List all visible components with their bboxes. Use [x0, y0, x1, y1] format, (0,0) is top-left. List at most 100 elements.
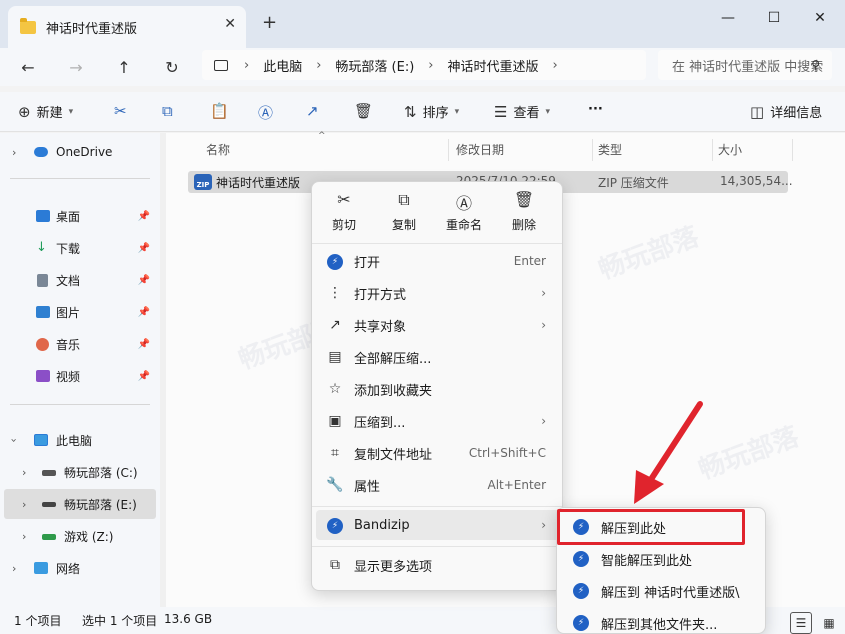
menu-item-share[interactable]: ↗ 共享对象 › — [316, 310, 560, 340]
up-button[interactable]: ↑ — [110, 54, 138, 80]
menu-item-properties[interactable]: 🔧 属性 Alt+Enter — [316, 470, 560, 500]
menu-item-show-more[interactable]: ⧉ 显示更多选项 — [316, 550, 560, 580]
rename-icon: Ⓐ — [455, 194, 472, 213]
rename-icon: Ⓐ — [258, 104, 274, 122]
new-tab-button[interactable]: + — [262, 12, 277, 33]
tab-current[interactable]: 神话时代重述版 ✕ — [8, 6, 246, 48]
column-separator[interactable] — [712, 139, 713, 161]
cut-button[interactable]: ✂ — [114, 102, 133, 120]
column-header-type[interactable]: 类型 — [598, 141, 622, 158]
forward-button[interactable]: → — [62, 54, 90, 80]
sidebar-item-this-pc[interactable]: › 此电脑 — [0, 425, 156, 455]
sidebar-item-documents[interactable]: 文档 📌 — [0, 265, 156, 295]
bandizip-icon: ⚡ — [326, 516, 344, 534]
menu-item-add-favorites[interactable]: ☆ 添加到收藏夹 — [316, 374, 560, 404]
breadcrumb-this-pc[interactable]: 此电脑 — [263, 56, 302, 75]
refresh-button[interactable]: ↻ — [158, 54, 186, 80]
paste-button[interactable]: 📋 — [210, 102, 235, 120]
more-button[interactable]: ··· — [588, 102, 603, 117]
sidebar-item-drive-z[interactable]: › 游戏 (Z:) — [0, 521, 156, 551]
chevron-right-icon[interactable]: › — [22, 466, 26, 479]
column-separator[interactable] — [792, 139, 793, 161]
rename-button[interactable]: Ⓐ — [258, 102, 279, 123]
menu-item-open-with[interactable]: ⋮ 打开方式 › — [316, 278, 560, 308]
menu-item-compress-to[interactable]: ▣ 压缩到... › — [316, 406, 560, 436]
menu-item-open[interactable]: ⚡ 打开 Enter — [316, 246, 560, 276]
drive-icon — [42, 502, 56, 507]
details-view-button[interactable]: ☰ — [790, 612, 812, 634]
sidebar-item-downloads[interactable]: ↓ 下载 📌 — [0, 233, 156, 263]
submenu-extract-other[interactable]: ⚡ 解压到其他文件夹... — [561, 608, 761, 634]
column-header-date[interactable]: 修改日期 — [456, 141, 504, 158]
breadcrumb-separator[interactable]: › — [244, 58, 249, 73]
sort-button[interactable]: ⇅ 排序 ▾ — [404, 102, 460, 122]
menu-item-label: Bandizip — [354, 517, 410, 533]
pin-icon: 📌 — [137, 274, 150, 286]
context-copy-button[interactable]: ⧉ 复制 — [376, 190, 432, 240]
sidebar-item-drive-c[interactable]: › 畅玩部落 (C:) — [0, 457, 156, 487]
menu-item-copy-path[interactable]: ⌗ 复制文件地址 Ctrl+Shift+C — [316, 438, 560, 468]
search-placeholder: 在 神话时代重述版 中搜索 — [672, 59, 824, 75]
tab-close-button[interactable]: ✕ — [224, 16, 236, 32]
breadcrumb-folder[interactable]: 神话时代重述版 — [448, 56, 539, 75]
share-button[interactable]: ↗ — [306, 102, 325, 120]
new-button[interactable]: ⊕ 新建 ▾ — [18, 102, 73, 122]
details-button[interactable]: ◫ 详细信息 — [750, 102, 822, 122]
address-bar[interactable]: › 此电脑 › 畅玩部落 (E:) › 神话时代重述版 › — [202, 50, 646, 80]
column-header-name[interactable]: 名称 — [206, 141, 230, 158]
menu-item-bandizip[interactable]: ⚡ Bandizip › — [316, 510, 560, 540]
sidebar-item-onedrive[interactable]: › OneDrive — [0, 137, 156, 167]
delete-button[interactable]: 🗑 — [354, 102, 379, 120]
menu-item-label: 添加到收藏夹 — [354, 383, 433, 399]
sidebar-item-videos[interactable]: 视频 📌 — [0, 361, 156, 391]
chevron-down-icon: ▾ — [454, 106, 460, 117]
sidebar-item-label: 音乐 — [56, 337, 81, 352]
sidebar-item-desktop[interactable]: 桌面 📌 — [0, 201, 156, 231]
submenu-smart-extract-here[interactable]: ⚡ 智能解压到此处 — [561, 544, 761, 574]
bandizip-badge: ⚡ — [327, 254, 343, 270]
status-selected-count: 选中 1 个项目 — [82, 614, 158, 628]
context-quick-label: 复制 — [391, 218, 416, 232]
chevron-right-icon[interactable]: › — [22, 530, 26, 543]
share-icon: ↗ — [306, 102, 319, 120]
minimize-button[interactable]: — — [708, 6, 748, 30]
breadcrumb-separator[interactable]: › — [428, 58, 433, 73]
sidebar-item-music[interactable]: 音乐 📌 — [0, 329, 156, 359]
view-lines-icon: ☰ — [494, 102, 508, 121]
copy-button[interactable]: ⧉ — [162, 102, 179, 120]
sidebar-item-drive-e[interactable]: › 畅玩部落 (E:) — [4, 489, 156, 519]
document-icon — [37, 273, 48, 287]
chevron-down-icon[interactable]: › — [8, 438, 21, 442]
breadcrumb-separator[interactable]: › — [553, 58, 558, 73]
context-delete-button[interactable]: 🗑 删除 — [496, 190, 552, 240]
submenu-extract-to-folder[interactable]: ⚡ 解压到 神话时代重述版\ — [561, 576, 761, 606]
context-cut-button[interactable]: ✂ 剪切 — [316, 190, 372, 240]
computer-icon — [34, 434, 48, 446]
breadcrumb-separator[interactable]: › — [316, 58, 321, 73]
submenu-item-label: 智能解压到此处 — [601, 553, 693, 569]
maximize-button[interactable]: ☐ — [754, 6, 794, 30]
column-header-size[interactable]: 大小 — [718, 141, 742, 158]
sidebar-item-label: 图片 — [56, 305, 81, 320]
sidebar-item-network[interactable]: › 网络 — [0, 553, 156, 583]
video-icon — [36, 370, 50, 382]
chevron-right-icon[interactable]: › — [12, 146, 16, 159]
menu-item-label: 显示更多选项 — [354, 559, 433, 575]
breadcrumb-drive-e[interactable]: 畅玩部落 (E:) — [335, 56, 414, 75]
watermark: 畅玩部落 — [594, 221, 703, 286]
context-rename-button[interactable]: Ⓐ 重命名 — [436, 190, 492, 240]
sidebar-item-pictures[interactable]: 图片 📌 — [0, 297, 156, 327]
column-separator[interactable] — [592, 139, 593, 161]
star-icon: ☆ — [328, 381, 342, 397]
close-button[interactable]: ✕ — [800, 6, 840, 30]
chevron-right-icon[interactable]: › — [12, 562, 16, 575]
tiles-view-button[interactable]: ▦ — [818, 612, 840, 634]
column-separator[interactable] — [448, 139, 449, 161]
sidebar-item-label: 游戏 (Z:) — [64, 529, 114, 544]
back-button[interactable]: ← — [14, 54, 42, 80]
chevron-right-icon[interactable]: › — [22, 498, 26, 511]
scissors-icon: ✂ — [337, 190, 351, 209]
view-button[interactable]: ☰ 查看 ▾ — [494, 102, 550, 122]
menu-item-extract-all[interactable]: ▤ 全部解压缩... — [316, 342, 560, 372]
search-input[interactable]: 在 神话时代重述版 中搜索 ⚲ — [658, 50, 832, 80]
